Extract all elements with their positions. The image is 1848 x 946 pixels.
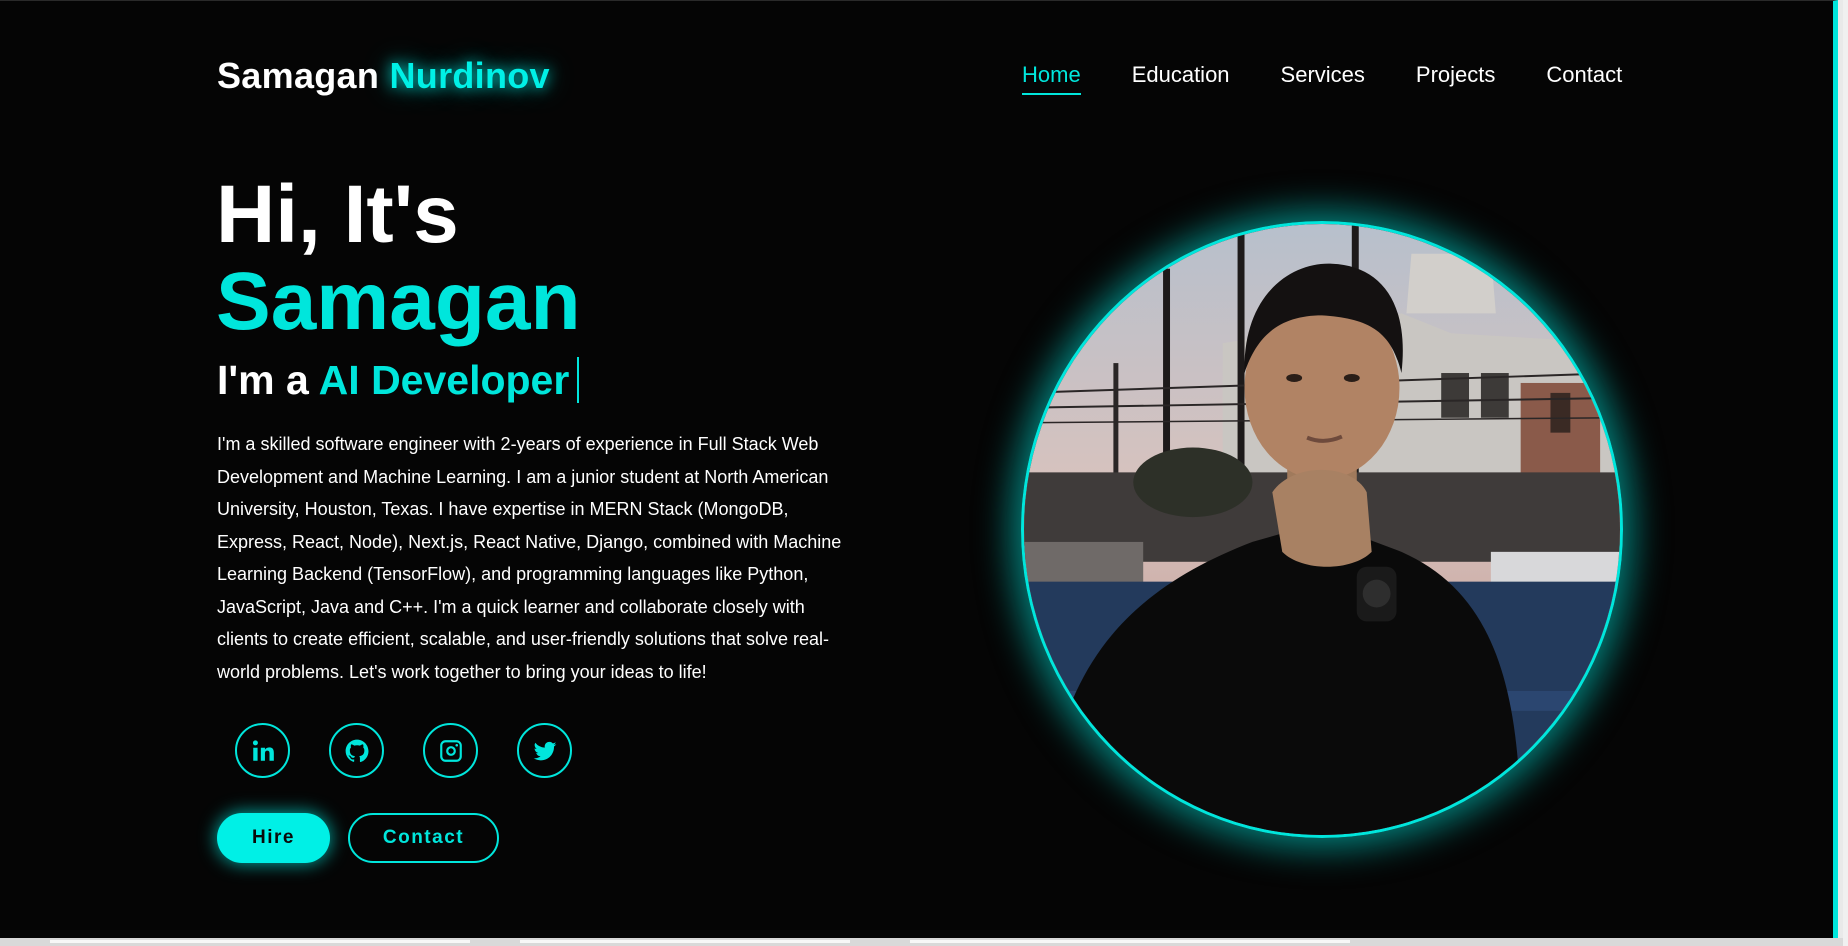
bottom-scrollbar: [0, 938, 1848, 946]
github-link[interactable]: [329, 723, 384, 778]
role-title: AI Developer: [318, 357, 570, 403]
instagram-link[interactable]: [423, 723, 478, 778]
instagram-icon: [439, 739, 462, 762]
nav-home[interactable]: Home: [1022, 61, 1081, 95]
site-logo[interactable]: Samagan Nurdinov: [217, 55, 550, 97]
profile-photo: [1021, 221, 1623, 838]
social-links: [235, 723, 572, 778]
linkedin-link[interactable]: [235, 723, 290, 778]
hero-role: I'm a AI Developer: [217, 355, 580, 406]
twitter-link[interactable]: [517, 723, 572, 778]
right-edge: [1843, 0, 1848, 946]
contact-button[interactable]: Contact: [348, 813, 499, 863]
hire-button[interactable]: Hire: [217, 813, 330, 863]
nav-projects[interactable]: Projects: [1416, 61, 1495, 95]
linkedin-icon: [252, 739, 274, 761]
typing-caret: [577, 357, 580, 404]
logo-last-name: Nurdinov: [389, 55, 550, 96]
github-icon: [345, 739, 368, 762]
hero-greeting: Hi, It's: [216, 169, 459, 260]
nav-education[interactable]: Education: [1132, 61, 1230, 95]
nav-contact[interactable]: Contact: [1546, 61, 1622, 95]
hero-bio: I'm a skilled software engineer with 2-y…: [217, 434, 842, 682]
twitter-icon: [533, 741, 556, 760]
hero-name: Samagan: [216, 256, 581, 347]
role-prefix: I'm a: [217, 357, 309, 403]
nav-services[interactable]: Services: [1281, 61, 1365, 95]
main-nav: Home Education Services Projects Contact: [1022, 61, 1622, 95]
portfolio-page: Samagan Nurdinov Home Education Services…: [0, 0, 1838, 938]
logo-first-name: Samagan: [217, 55, 380, 96]
profile-photo-illustration: [1024, 224, 1620, 835]
